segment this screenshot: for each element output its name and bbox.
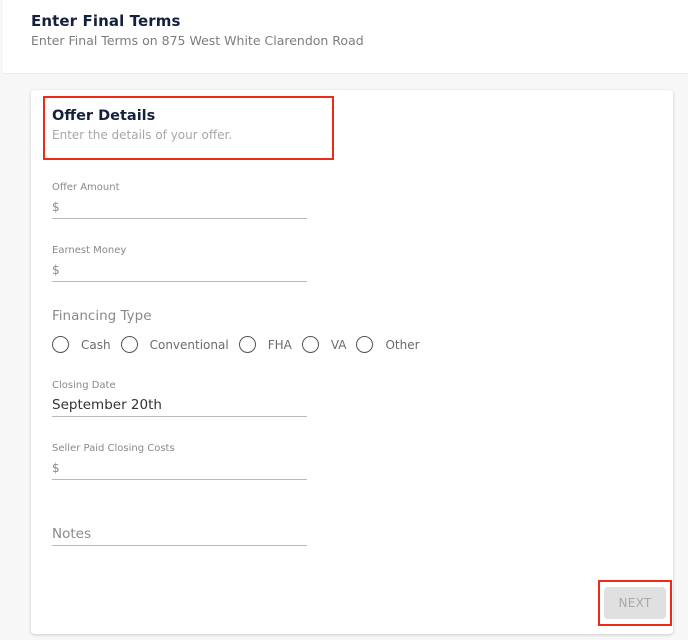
radio-button-icon[interactable] [301, 336, 319, 353]
notes-field: Notes [52, 522, 307, 546]
closing-date-label: Closing Date [52, 380, 116, 391]
radio-option-cash[interactable]: Cash [52, 336, 111, 353]
earnest-money-input[interactable]: $ [52, 258, 307, 282]
closing-date-input[interactable]: September 20th [52, 393, 307, 417]
page-header: Enter Final Terms Enter Final Terms on 8… [3, 0, 688, 74]
closing-date-field: Closing Date September 20th [52, 379, 307, 417]
earnest-money-field: Earnest Money $ [52, 244, 307, 282]
financing-type-radio-group: Cash Conventional FHA VA Other [52, 336, 430, 353]
offer-amount-label: Offer Amount [52, 182, 120, 193]
section-title: Offer Details [52, 108, 156, 124]
radio-option-fha[interactable]: FHA [238, 336, 292, 353]
radio-option-conventional[interactable]: Conventional [120, 336, 229, 353]
page-title: Enter Final Terms [31, 12, 181, 30]
offer-amount-input[interactable]: $ [52, 195, 307, 219]
radio-button-icon[interactable] [52, 336, 69, 353]
seller-paid-closing-costs-input[interactable]: $ [52, 456, 307, 480]
radio-label: Conventional [149, 337, 229, 352]
next-button[interactable]: NEXT [604, 587, 666, 619]
radio-label: Other [385, 337, 420, 352]
radio-button-icon[interactable] [120, 336, 138, 353]
radio-option-other[interactable]: Other [356, 336, 420, 353]
notes-input[interactable]: Notes [52, 522, 307, 546]
radio-label: Cash [81, 337, 111, 352]
radio-button-icon[interactable] [238, 336, 256, 353]
page-subtitle: Enter Final Terms on 875 West White Clar… [31, 33, 364, 48]
seller-paid-closing-costs-label: Seller Paid Closing Costs [52, 443, 175, 454]
radio-option-va[interactable]: VA [301, 336, 347, 353]
section-subtitle: Enter the details of your offer. [52, 128, 233, 142]
radio-label: FHA [267, 337, 292, 352]
seller-paid-closing-costs-field: Seller Paid Closing Costs $ [52, 442, 307, 480]
earnest-money-label: Earnest Money [52, 245, 127, 256]
financing-type-label: Financing Type [52, 308, 152, 324]
radio-label: VA [330, 337, 347, 352]
radio-button-icon[interactable] [356, 336, 374, 353]
offer-amount-field: Offer Amount $ [52, 181, 307, 219]
offer-details-card: Offer Details Enter the details of your … [31, 90, 673, 634]
